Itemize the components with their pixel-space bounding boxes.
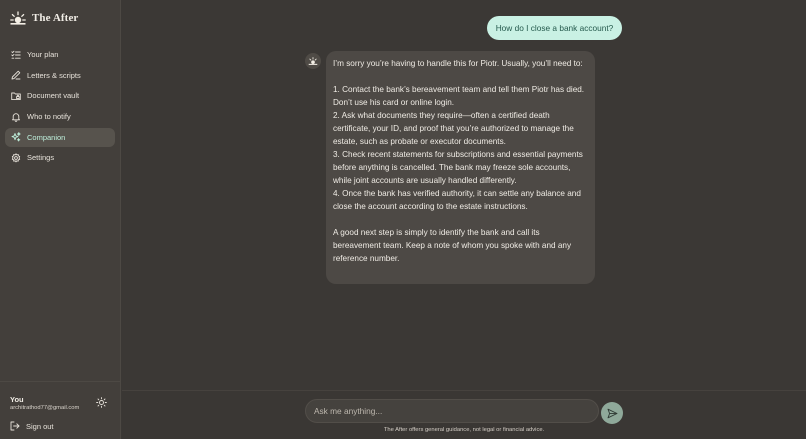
- folder-lock-icon: [11, 92, 21, 100]
- sign-out-icon: [10, 421, 20, 431]
- pen-icon: [11, 70, 21, 80]
- sidebar-item-letters-scripts[interactable]: Letters & scripts: [5, 66, 115, 85]
- app-name: The After: [32, 12, 79, 24]
- assistant-message-line: I’m sorry you’re having to handle this f…: [333, 59, 583, 68]
- sidebar-item-label: Companion: [27, 132, 66, 142]
- brand[interactable]: The After: [10, 11, 78, 25]
- assistant-message-line: A good next step is simply to identify t…: [333, 228, 572, 263]
- user-block: You architrathod77@gmail.com Sign out: [0, 381, 121, 439]
- sidebar-item-label: Settings: [27, 153, 55, 163]
- sidebar-item-your-plan[interactable]: Your plan: [5, 45, 115, 64]
- send-icon: [607, 408, 617, 418]
- assistant-message-bubble: I’m sorry you’re having to handle this f…: [326, 51, 595, 284]
- sidebar-item-label: Who to notify: [27, 112, 71, 122]
- sunrise-avatar-icon: [308, 57, 318, 65]
- gear-icon: [11, 153, 21, 163]
- bell-icon: [11, 112, 21, 122]
- sparkles-icon: [11, 132, 21, 142]
- sidebar-item-label: Your plan: [27, 50, 59, 59]
- composer: The After offers general guidance, not l…: [122, 390, 806, 439]
- sidebar-item-who-to-notify[interactable]: Who to notify: [5, 107, 115, 126]
- sign-out-label: Sign out: [26, 421, 54, 431]
- user-email: architrathod77@gmail.com: [10, 405, 80, 411]
- chat-area: How do I close a bank account? I’m sorry…: [122, 0, 806, 439]
- assistant-avatar: [305, 53, 321, 69]
- sidebar-item-companion[interactable]: Companion: [5, 127, 115, 147]
- assistant-message-line: 3. Check recent statements for subscript…: [333, 150, 583, 185]
- send-button[interactable]: [601, 402, 623, 424]
- assistant-message-line: 2. Ask what documents they require—often…: [333, 111, 574, 146]
- sidebar-nav: Your plan Letters & scripts Document vau…: [5, 45, 115, 169]
- assistant-message-line: 1. Contact the bank’s bereavement team a…: [333, 85, 585, 107]
- assistant-message-line: 4. Once the bank has verified authority,…: [333, 189, 581, 211]
- sun-icon[interactable]: [96, 397, 107, 408]
- sidebar-item-label: Letters & scripts: [27, 70, 81, 80]
- sidebar: The After Your plan Letters & scripts Do…: [0, 0, 121, 439]
- sidebar-item-settings[interactable]: Settings: [5, 148, 115, 167]
- sidebar-item-document-vault[interactable]: Document vault: [5, 86, 115, 105]
- disclaimer: The After offers general guidance, not l…: [383, 427, 545, 433]
- sign-out-button[interactable]: Sign out: [10, 421, 54, 431]
- sunrise-logo-icon: [10, 11, 26, 25]
- sidebar-item-label: Document vault: [27, 91, 80, 101]
- user-message-bubble: How do I close a bank account?: [487, 16, 622, 40]
- chat-input[interactable]: [305, 399, 599, 423]
- user-name: You: [10, 395, 24, 404]
- checklist-icon: [11, 50, 21, 59]
